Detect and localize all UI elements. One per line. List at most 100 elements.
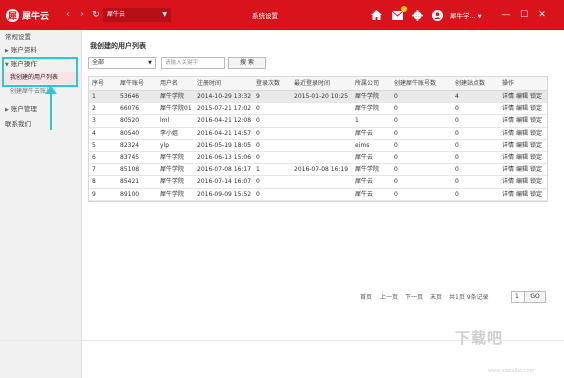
table-row[interactable]: 9 89100 犀牛学院 2016-09-09 15:52 0 犀牛云 0 0 详情 编辑 锁定 [89,189,547,201]
edit-link[interactable]: 编辑 [516,178,528,185]
table-cell: 0 [455,153,459,161]
next-page-link[interactable]: 下一页 [405,292,423,304]
prev-page-link[interactable]: 上一页 [380,292,398,304]
user-table: 序号 犀牛账号 用户名 注册时间 登录次数 最近登录时间 所属公司 创建犀牛账号… [88,76,548,202]
lock-link[interactable]: 锁定 [530,105,542,112]
chevron-down-icon: ▼ [148,60,152,66]
table-cell: 0 [256,190,260,198]
lock-link[interactable]: 锁定 [530,93,542,100]
table-cell: 犀牛学院 [355,166,380,174]
sidebar-item-account-info[interactable]: ▶ 账户资料 [0,44,82,57]
table-cell: 0 [455,105,459,113]
lock-link[interactable]: 锁定 [530,166,542,173]
edit-link[interactable]: 编辑 [516,130,528,137]
lock-link[interactable]: 锁定 [530,130,542,137]
back-icon[interactable]: ‹ [62,9,74,21]
table-cell: eims [355,141,370,149]
table-cell: 0 [394,166,398,174]
table-cell: 0 [256,141,260,149]
sidebar-item-general[interactable]: 常规设置 [0,31,82,44]
edit-link[interactable]: 编辑 [516,93,528,100]
edit-link[interactable]: 编辑 [516,191,528,198]
sidebar-item-create-account[interactable]: 创建犀牛云账号 [0,86,82,98]
table-cell: 0 [256,153,260,161]
table-cell: 7 [92,166,96,174]
search-button[interactable]: 搜 索 [228,57,266,69]
table-body: 1 53646 犀牛学院 2014-10-29 13:32 9 2015-01-20 10… [89,91,547,201]
chevron-down-icon: ▼ [162,11,167,18]
table-cell: lml [160,117,170,125]
user-name[interactable]: 犀牛学... ▼ [450,10,482,20]
table-cell: 80540 [120,129,140,137]
mail-icon[interactable] [390,6,407,22]
table-cell: 3 [92,117,96,125]
first-page-link[interactable]: 首页 [360,292,372,304]
last-page-link[interactable]: 末页 [430,292,442,304]
table-cell: 2016-07-14 16:07 [197,178,252,186]
table-row[interactable]: 2 66076 犀牛学院01 2015-07-21 17:02 0 犀牛学院 0 0 详情 编辑锁… [89,103,547,116]
details-link[interactable]: 详情 [502,105,514,112]
edit-link[interactable]: 编辑 [516,154,528,161]
search-input[interactable]: 请输入关键字 [161,57,225,69]
table-cell: 犀牛学院 [355,105,380,113]
details-link[interactable]: 详情 [502,93,514,100]
forward-icon[interactable]: › [76,9,88,21]
details-link[interactable]: 详情 [502,130,514,137]
table-row[interactable]: 8 85421 犀牛学院 2016-07-14 16:07 0 犀牛云 0 0 详情 编辑 锁定 [89,176,547,189]
details-link[interactable]: 详情 [502,154,514,161]
table-row[interactable]: 4 80540 李小姐 2016-04-21 14:57 0 犀牛云 0 0 详情 编辑 锁定 [89,128,547,140]
lock-link[interactable]: 锁定 [530,191,542,198]
table-cell: 9 [92,190,96,198]
home-icon[interactable] [369,8,383,22]
edit-link[interactable]: 编辑 [516,105,528,112]
filter-select[interactable]: 全部 ▼ [88,57,156,69]
table-cell: 0 [394,105,398,113]
details-link[interactable]: 详情 [502,166,514,173]
account-select[interactable]: 犀牛云 ▼ [103,8,171,22]
table-cell: 8 [92,178,96,186]
table-cell: 0 [256,105,260,113]
table-row[interactable]: 7 85108 犀牛学院 2016-07-08 16:17 1 2016-07-08 16… [89,164,547,177]
lock-link[interactable]: 锁定 [530,117,542,124]
edit-link[interactable]: 编辑 [516,117,528,124]
table-cell: 9 [256,93,260,100]
user-icon[interactable] [430,8,444,22]
column-header: 注册时间 [197,80,222,87]
refresh-icon[interactable]: ↻ [90,9,102,21]
table-cell: 0 [394,129,398,137]
column-header: 最近登录时间 [294,80,331,87]
lock-link[interactable]: 锁定 [530,178,542,185]
details-link[interactable]: 详情 [502,142,514,149]
table-cell: 0 [455,166,459,174]
gear-icon[interactable] [410,8,424,22]
table-cell: 犀牛学院 [355,93,380,100]
table-cell: 53646 [120,93,140,100]
user-name-label: 犀牛学... [450,12,476,20]
lock-link[interactable]: 锁定 [530,142,542,149]
details-link[interactable]: 详情 [502,117,514,124]
table-cell: 4 [92,129,96,137]
details-link[interactable]: 详情 [502,191,514,198]
maximize-icon[interactable]: ☐ [518,8,530,22]
table-row[interactable]: 1 53646 犀牛学院 2014-10-29 13:32 9 2015-01-20 10… [89,91,547,104]
details-link[interactable]: 详情 [502,178,514,185]
table-cell: 85421 [120,178,140,186]
edit-link[interactable]: 编辑 [516,142,528,149]
table-cell: 李小姐 [160,129,179,137]
sidebar-item-contact[interactable]: 联系我们 [0,118,82,131]
go-button[interactable]: GO [524,291,546,303]
minimize-icon[interactable]: — [500,8,512,22]
close-icon[interactable]: ✕ [536,8,548,22]
row-actions: 详情 编辑 锁定 [502,128,544,139]
chevron-right-icon: ▶ [5,107,9,113]
table-row[interactable]: 3 80520 lml 2016-04-21 12:08 0 1 0 0 详情 编辑 锁定 [89,115,547,128]
sidebar-item-account-manage[interactable]: ▶ 账户管理 [0,103,82,116]
table-cell: 6 [92,153,96,161]
table-row[interactable]: 6 83745 犀牛学院 2016-06-13 15:06 0 犀牛云 0 0 详情 编辑 锁定 [89,152,547,165]
table-cell: ylp [160,141,170,149]
lock-link[interactable]: 锁定 [530,154,542,161]
table-cell: 0 [455,190,459,198]
edit-link[interactable]: 编辑 [516,166,528,173]
table-row[interactable]: 5 82324 ylp 2016-05-19 18:05 0 eims 0 0 详情 编辑 锁定 [89,140,547,152]
table-cell: 2 [92,105,96,113]
